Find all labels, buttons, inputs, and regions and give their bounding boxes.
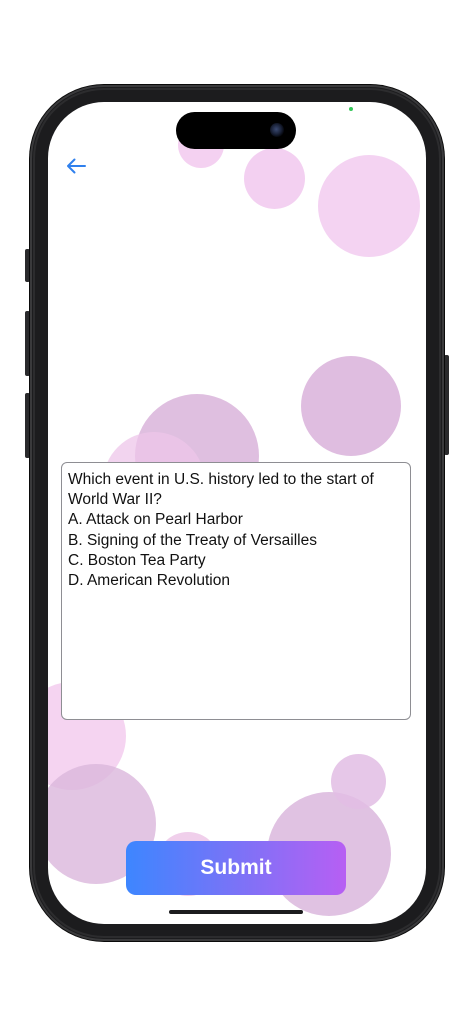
decorative-bubble	[318, 155, 420, 257]
decorative-bubble	[301, 356, 401, 456]
dynamic-island	[176, 112, 296, 149]
power-button	[444, 355, 449, 455]
back-button[interactable]	[64, 154, 88, 178]
submit-button[interactable]: Submit	[126, 841, 346, 895]
decorative-bubble	[244, 148, 305, 209]
camera-icon	[270, 123, 284, 137]
decorative-bubble	[331, 754, 386, 809]
question-textarea[interactable]: Which event in U.S. history led to the s…	[61, 462, 411, 720]
arrow-left-icon	[67, 158, 86, 174]
privacy-indicator-icon	[349, 107, 353, 111]
device-frame: Which event in U.S. history led to the s…	[0, 0, 472, 1024]
home-indicator[interactable]	[169, 910, 303, 914]
